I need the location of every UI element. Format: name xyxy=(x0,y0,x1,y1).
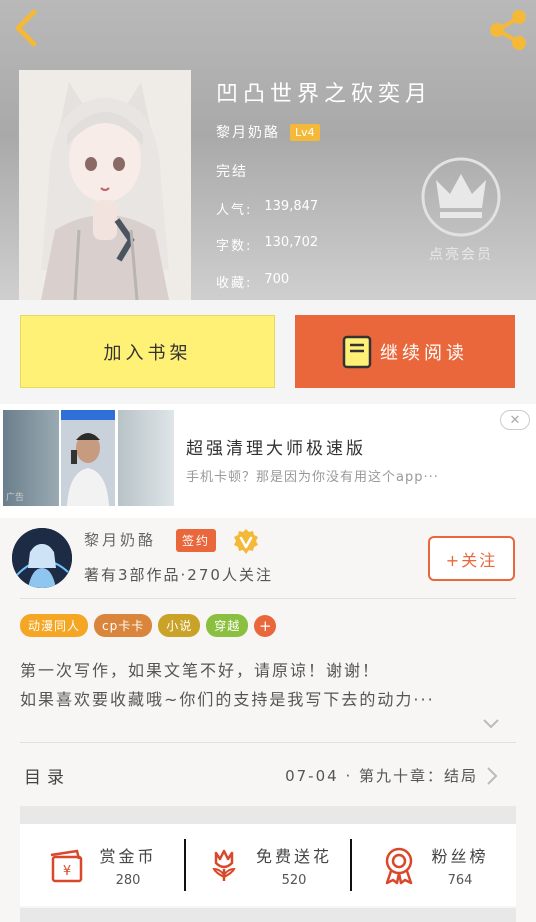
verified-v-icon xyxy=(234,529,258,554)
book-header: 凹凸世界之砍奕月 黎月奶酪 Lv4 完结 人气: 139,847 字数: 130… xyxy=(0,0,536,300)
chevron-down-icon[interactable] xyxy=(482,718,500,730)
author-name[interactable]: 黎月奶酪 xyxy=(216,122,280,142)
section-separator xyxy=(20,908,516,922)
vip-membership-button[interactable]: 点亮会员 xyxy=(420,156,502,266)
stat-label: 收藏: xyxy=(216,276,253,291)
stat-text: 赏金币 280 xyxy=(99,843,156,888)
author-name[interactable]: 黎月奶酪 xyxy=(84,529,156,550)
favorites-stat: 收藏: 700 xyxy=(216,272,289,291)
completion-status: 完结 xyxy=(216,164,248,180)
close-icon: ✕ xyxy=(509,412,521,428)
ad-tag: 广告 xyxy=(6,493,25,503)
tag-item[interactable]: 穿越 xyxy=(206,614,249,637)
book-icon xyxy=(342,335,372,368)
stat-name: 免费送花 xyxy=(255,846,332,866)
continue-reading-button[interactable]: 继续阅读 xyxy=(295,315,515,388)
stat-value: 130,702 xyxy=(264,235,319,250)
author-row[interactable]: 黎月奶酪 Lv4 xyxy=(216,122,320,142)
follow-label: +关注 xyxy=(445,550,498,570)
add-to-shelf-label: 加入书架 xyxy=(103,342,192,364)
ad-close-button[interactable]: ✕ xyxy=(500,410,530,430)
book-title: 凹凸世界之砍奕月 xyxy=(216,82,433,107)
ad-image-center xyxy=(61,410,115,506)
ad-description: 手机卡顿？那是因为你没有用这个app··· xyxy=(186,470,439,485)
tip-coins-button[interactable]: ¥ 赏金币 280 xyxy=(20,824,184,906)
intro-line: 如果喜欢要收藏哦~你们的支持是我写下去的动力··· xyxy=(20,690,435,709)
send-flower-button[interactable]: 免费送花 520 xyxy=(186,824,350,906)
book-intro[interactable]: 第一次写作，如果文笔不好，请原谅！谢谢！ 如果喜欢要收藏哦~你们的支持是我写下去… xyxy=(20,656,520,714)
section-separator xyxy=(20,806,516,824)
latest-chapter: 07-04 · 第九十章：结局 xyxy=(285,767,478,785)
author-works-summary: 著有3部作品·270人关注 xyxy=(84,566,273,584)
tag-list: 动漫同人 cp卡卡 小说 穿越 + xyxy=(20,614,277,637)
stat-name: 粉丝榜 xyxy=(431,846,489,866)
stat-text: 粉丝榜 764 xyxy=(431,843,488,888)
fan-ranking-button[interactable]: 粉丝榜 764 xyxy=(352,824,516,906)
vip-label: 点亮会员 xyxy=(429,247,493,263)
author-card: 黎月奶酪 签约 著有3部作品·270人关注 +关注 动漫同人 cp卡卡 小说 穿… xyxy=(0,518,536,922)
reader-actions-bar: ¥ 赏金币 280 免费送花 520 粉丝榜 764 xyxy=(20,824,516,906)
stat-value: 139,847 xyxy=(264,199,319,214)
stat-label: 人气: xyxy=(216,203,253,218)
popularity-stat: 人气: 139,847 xyxy=(216,199,318,218)
signed-badge: 签约 xyxy=(176,529,217,552)
ad-title[interactable]: 超强清理大师极速版 xyxy=(186,434,366,459)
cover-illustration xyxy=(19,70,191,300)
share-icon[interactable] xyxy=(486,8,530,52)
tag-item[interactable]: 小说 xyxy=(158,614,201,637)
avatar-illustration xyxy=(12,528,72,588)
author-avatar[interactable] xyxy=(12,528,72,588)
continue-reading-label: 继续阅读 xyxy=(380,342,468,364)
back-arrow-icon[interactable] xyxy=(10,8,44,48)
stat-text: 免费送花 520 xyxy=(256,843,332,888)
chevron-right-icon xyxy=(487,767,498,785)
svg-text:¥: ¥ xyxy=(63,864,71,879)
stat-label: 字数: xyxy=(216,239,253,254)
divider xyxy=(20,598,516,599)
intro-line: 第一次写作，如果文笔不好，请原谅！谢谢！ xyxy=(20,661,381,680)
tag-item[interactable]: cp卡卡 xyxy=(94,614,153,637)
stat-value: 280 xyxy=(115,872,141,888)
ad-image-right xyxy=(118,410,174,506)
divider xyxy=(20,742,516,743)
stat-value: 520 xyxy=(281,872,307,888)
stat-name: 赏金币 xyxy=(99,846,157,866)
flower-icon xyxy=(212,849,236,881)
add-tag-button[interactable]: + xyxy=(254,614,277,637)
stat-value: 700 xyxy=(264,272,290,287)
stat-value: 764 xyxy=(447,872,473,888)
coin-envelope-icon: ¥ xyxy=(51,849,83,883)
add-to-shelf-button[interactable]: 加入书架 xyxy=(20,315,275,388)
book-cover[interactable] xyxy=(19,70,191,300)
medal-icon xyxy=(386,847,413,885)
tag-item[interactable]: 动漫同人 xyxy=(20,614,89,637)
follow-button[interactable]: +关注 xyxy=(428,536,515,581)
level-badge: Lv4 xyxy=(290,123,320,141)
word-count-stat: 字数: 130,702 xyxy=(216,235,318,254)
ad-banner[interactable]: 广告 超强清理大师极速版 手机卡顿？那是因为你没有用这个app··· ✕ xyxy=(0,404,536,518)
toc-label: 目录 xyxy=(24,768,70,788)
table-of-contents-row[interactable]: 目录 07-04 · 第九十章：结局 xyxy=(0,744,536,806)
crown-icon xyxy=(421,157,501,237)
action-bar: 加入书架 继续阅读 xyxy=(0,300,536,404)
ad-person-illustration xyxy=(61,410,115,506)
